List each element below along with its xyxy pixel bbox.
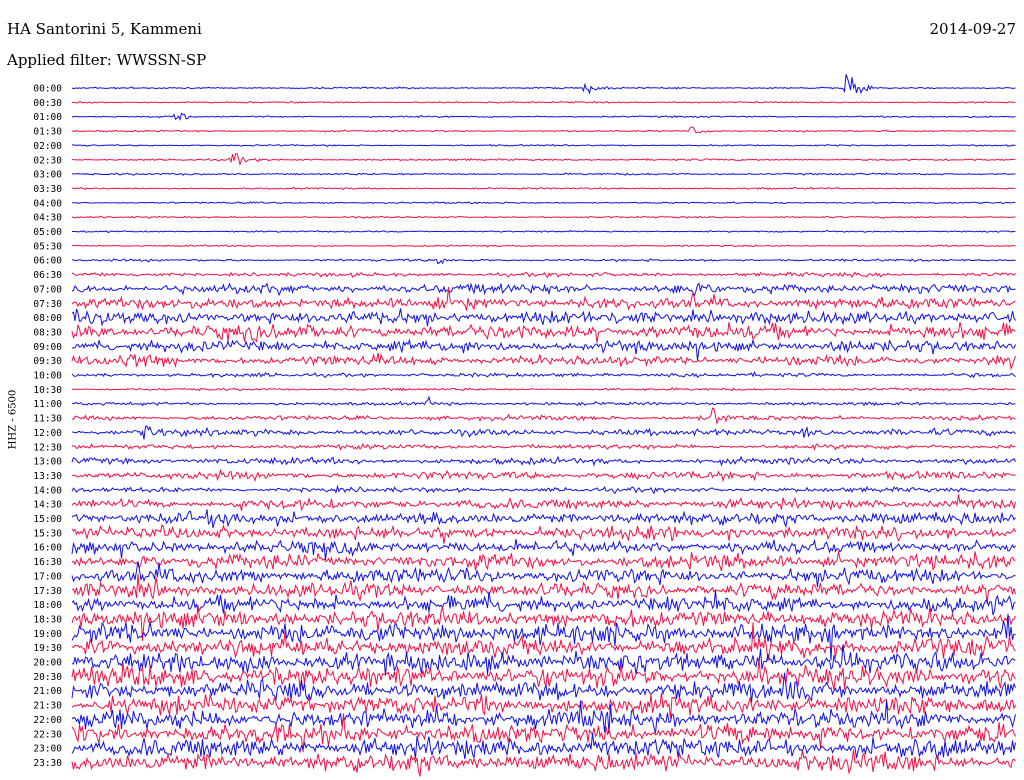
time-tick-label: 21:00 <box>33 686 62 697</box>
time-tick-label: 22:00 <box>33 715 62 726</box>
trace-line <box>71 551 1016 572</box>
time-tick-label: 16:30 <box>33 557 62 568</box>
trace-line <box>71 622 1016 661</box>
time-tick-label: 12:30 <box>33 442 62 453</box>
helicorder-plot: 00:00 00:30 01:00 01:30 02:00 02:30 03:00 03:30… <box>33 74 1016 777</box>
trace-line <box>71 407 1016 424</box>
time-tick-label: 19:30 <box>33 643 62 654</box>
trace-line <box>71 484 1016 495</box>
time-tick-label: 10:30 <box>33 385 62 396</box>
time-tick-label: 18:00 <box>33 600 62 611</box>
trace-line <box>71 352 1016 371</box>
time-tick-label: 14:30 <box>33 500 62 511</box>
time-tick-label: 18:30 <box>33 614 62 625</box>
trace-line <box>71 282 1016 297</box>
time-tick-label: 07:30 <box>33 299 62 310</box>
trace-line <box>71 395 1016 407</box>
trace-line <box>71 590 1016 616</box>
time-tick-label: 13:00 <box>33 457 62 468</box>
time-tick-label: 21:30 <box>33 701 62 712</box>
time-tick-label: 00:30 <box>33 98 62 109</box>
time-tick-label: 01:30 <box>33 127 62 138</box>
trace-line <box>71 172 1016 176</box>
time-tick-label: 09:30 <box>33 356 62 367</box>
time-tick-label: 22:30 <box>33 729 62 740</box>
time-tick-label: 06:00 <box>33 256 62 267</box>
trace-line <box>71 425 1016 440</box>
trace-line <box>71 244 1016 248</box>
time-tick-label: 08:30 <box>33 327 62 338</box>
time-tick-label: 15:00 <box>33 514 62 525</box>
trace-line <box>71 112 1016 122</box>
trace-line <box>71 692 1016 719</box>
trace-group <box>71 74 1016 777</box>
trace-line <box>71 258 1016 265</box>
time-tick-label: 01:00 <box>33 112 62 123</box>
trace-line <box>71 186 1016 190</box>
trace-line <box>71 442 1016 451</box>
time-tick-label: 04:30 <box>33 213 62 224</box>
trace-line <box>71 538 1016 560</box>
time-tick-label: 05:30 <box>33 241 62 252</box>
trace-line <box>71 658 1016 690</box>
trace-line <box>71 732 1016 761</box>
trace-line <box>71 144 1016 148</box>
time-tick-label: 13:30 <box>33 471 62 482</box>
time-tick-label: 11:30 <box>33 414 62 425</box>
trace-line <box>71 386 1016 392</box>
trace-line <box>71 644 1016 676</box>
time-tick-label: 03:30 <box>33 184 62 195</box>
trace-line <box>71 229 1016 233</box>
trace-line <box>71 338 1016 361</box>
time-tick-label: 14:00 <box>33 485 62 496</box>
time-tick-label: 10:00 <box>33 371 62 382</box>
time-tick-label: 07:00 <box>33 284 62 295</box>
time-tick-label: 09:00 <box>33 342 62 353</box>
trace-line <box>71 153 1016 167</box>
time-tick-label: 06:30 <box>33 270 62 281</box>
trace-line <box>71 308 1016 327</box>
trace-line <box>71 100 1016 104</box>
time-label-group: 00:00 00:30 01:00 01:30 02:00 02:30 03:00 03:30… <box>33 84 62 769</box>
time-tick-label: 04:00 <box>33 198 62 209</box>
time-tick-label: 17:30 <box>33 586 62 597</box>
time-tick-label: 20:30 <box>33 672 62 683</box>
time-tick-label: 15:30 <box>33 528 62 539</box>
time-tick-label: 17:00 <box>33 571 62 582</box>
trace-line <box>71 509 1016 529</box>
trace-line <box>71 371 1016 379</box>
time-tick-label: 23:30 <box>33 758 62 769</box>
time-tick-label: 03:00 <box>33 170 62 181</box>
time-tick-label: 05:00 <box>33 227 62 238</box>
time-tick-label: 08:00 <box>33 313 62 324</box>
trace-line <box>71 494 1016 512</box>
time-tick-label: 23:00 <box>33 744 62 755</box>
trace-line <box>71 322 1016 343</box>
time-tick-label: 00:00 <box>33 84 62 95</box>
time-tick-label: 11:00 <box>33 399 62 410</box>
trace-line <box>71 287 1016 311</box>
trace-line <box>71 271 1016 279</box>
trace-line <box>71 455 1016 467</box>
trace-line <box>71 215 1016 219</box>
trace-line <box>71 468 1016 483</box>
trace-line <box>71 126 1016 134</box>
trace-line <box>71 74 1016 95</box>
trace-line <box>71 201 1016 205</box>
time-tick-label: 19:00 <box>33 629 62 640</box>
time-tick-label: 20:00 <box>33 658 62 669</box>
time-tick-label: 02:30 <box>33 155 62 166</box>
time-tick-label: 16:00 <box>33 543 62 554</box>
trace-line <box>71 749 1016 777</box>
time-tick-label: 12:00 <box>33 428 62 439</box>
time-tick-label: 02:00 <box>33 141 62 152</box>
